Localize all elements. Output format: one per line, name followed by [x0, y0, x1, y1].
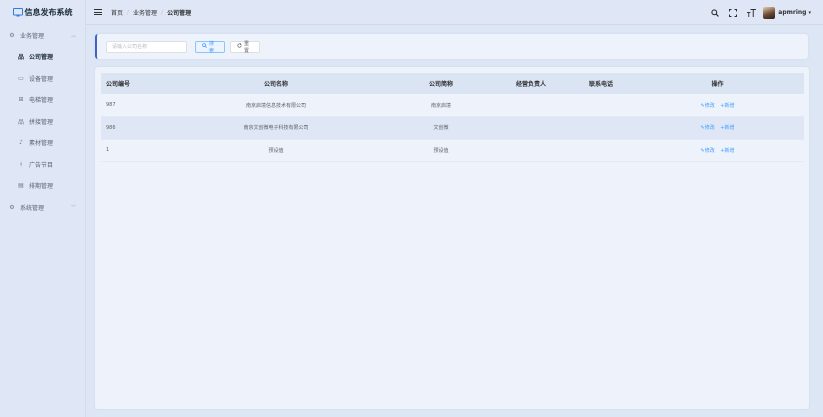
cell-manager: [491, 116, 571, 140]
cell-company-id: 1: [101, 139, 161, 162]
app-logo[interactable]: 信息发布系统: [0, 0, 85, 24]
breadcrumb-home[interactable]: 首页: [111, 8, 123, 17]
add-label: 新增: [724, 125, 735, 132]
sidebar-item-label: 设备管理: [29, 75, 54, 83]
hamburger-icon[interactable]: [94, 9, 102, 15]
reset-button-label: 重置: [244, 40, 250, 54]
menu-group-system[interactable]: ⚙ 系统管理 ﹀: [0, 197, 85, 218]
username[interactable]: apmring: [778, 9, 806, 16]
cell-short-name: 文创微: [391, 116, 491, 140]
top-header: 首页 / 业务管理 / 公司管理 apmring ▾: [86, 0, 823, 25]
add-label: 新增: [724, 147, 735, 154]
elevator-icon: ⊞: [18, 96, 24, 104]
breadcrumb: 首页 / 业务管理 / 公司管理: [111, 8, 191, 17]
breadcrumb-current: 公司管理: [167, 9, 192, 17]
search-button[interactable]: 搜索: [195, 40, 225, 54]
menu-group-business[interactable]: ⚙ 业务管理 ︿: [0, 25, 85, 46]
org-tree-icon: 品: [17, 54, 24, 62]
cell-company-id: 986: [101, 116, 161, 140]
cell-actions: ✎修改 +新增: [631, 94, 804, 117]
breadcrumb-separator: /: [161, 8, 164, 16]
fullscreen-icon[interactable]: [728, 8, 738, 18]
search-panel: 搜索 重置: [95, 34, 808, 59]
cell-short-name: 预设值: [391, 139, 491, 162]
sidebar-item-label: 广告节目: [29, 161, 54, 169]
search-icon[interactable]: [710, 8, 720, 18]
refresh-icon: [237, 43, 242, 50]
cell-actions: ✎修改 +新增: [631, 116, 804, 140]
sidebar-item-schedule[interactable]: ▤ 排期管理: [0, 175, 85, 197]
company-table-panel: 公司编号 公司名称 公司简称 经营负责人 联系电话 操作 987 南京启境信息技…: [95, 67, 809, 409]
caret-down-icon[interactable]: ▾: [808, 10, 811, 16]
table-row[interactable]: 1 预设值 预设值 ✎修改 +新增: [101, 139, 804, 162]
sidebar-item-label: 拼接管理: [29, 118, 54, 126]
edit-button[interactable]: ✎修改: [700, 103, 714, 109]
sidebar-item-label: 电梯管理: [29, 97, 54, 105]
edit-button[interactable]: ✎修改: [700, 125, 714, 131]
cell-phone: [571, 139, 631, 162]
cell-company-id: 987: [101, 94, 161, 117]
edit-label: 修改: [704, 147, 715, 154]
column-header-phone[interactable]: 联系电话: [571, 73, 631, 94]
monitor-icon: [12, 7, 23, 16]
edit-label: 修改: [704, 102, 715, 109]
menu-group-label: 系统管理: [20, 204, 45, 212]
search-icon: [202, 43, 207, 50]
sidebar-item-company[interactable]: 品 公司管理: [0, 46, 85, 68]
font-size-icon[interactable]: [746, 8, 756, 18]
cell-company-name: 南京文创微电子科技有限公司: [161, 116, 391, 140]
sidebar-item-elevator[interactable]: ⊞ 电梯管理: [0, 89, 85, 111]
table-row[interactable]: 986 南京文创微电子科技有限公司 文创微 ✎修改 +新增: [101, 116, 804, 140]
device-icon: ▭: [18, 74, 24, 82]
breadcrumb-business[interactable]: 业务管理: [133, 8, 157, 17]
chevron-down-icon: ﹀: [70, 204, 76, 211]
table-row[interactable]: 987 南京启境信息技术有限公司 南京启境 ✎修改 +新增: [101, 94, 804, 117]
gear-icon: ⚙: [9, 32, 15, 39]
sidebar-item-ad-program[interactable]: ᚼ 广告节目: [0, 154, 85, 176]
company-table: 公司编号 公司名称 公司简称 经营负责人 联系电话 操作 987 南京启境信息技…: [101, 73, 804, 162]
chevron-up-icon: ︿: [70, 33, 76, 39]
cell-manager: [491, 94, 571, 117]
avatar[interactable]: [763, 6, 776, 19]
cell-phone: [571, 116, 631, 140]
edit-label: 修改: [704, 125, 715, 132]
music-note-icon: ♪: [19, 139, 23, 147]
sidebar-item-label: 素材管理: [29, 140, 54, 148]
sidebar-item-label: 排期管理: [29, 183, 54, 191]
add-button[interactable]: +新增: [720, 148, 734, 154]
add-label: 新增: [724, 102, 735, 109]
sidebar-item-material[interactable]: ♪ 素材管理: [0, 132, 85, 154]
cell-phone: [571, 94, 631, 117]
column-header-short-name[interactable]: 公司简称: [391, 73, 491, 94]
breadcrumb-separator: /: [127, 8, 130, 16]
column-header-actions: 操作: [711, 81, 724, 88]
gear-icon: ⚙: [9, 203, 15, 211]
cell-manager: [491, 139, 571, 162]
cell-company-name: 南京启境信息技术有限公司: [161, 94, 391, 117]
calendar-icon: ▤: [18, 182, 24, 190]
sidebar-item-device[interactable]: ▭ 设备管理: [0, 68, 85, 90]
reset-button[interactable]: 重置: [230, 40, 260, 54]
sidebar-item-splice[interactable]: 品 拼接管理: [0, 111, 85, 133]
cell-company-name: 预设值: [161, 139, 391, 162]
add-button[interactable]: +新增: [720, 103, 734, 109]
table-header-row: 公司编号 公司名称 公司简称 经营负责人 联系电话 操作: [101, 73, 804, 94]
add-button[interactable]: +新增: [720, 125, 734, 131]
search-button-label: 搜索: [209, 40, 215, 54]
app-title: 信息发布系统: [24, 7, 73, 17]
header-actions: apmring ▾: [702, 0, 811, 25]
sidebar: 信息发布系统 ⚙ 业务管理 ︿ 品 公司管理 ▭ 设备管理 ⊞ 电梯管理 品 拼…: [0, 0, 86, 417]
column-header-manager[interactable]: 经营负责人: [491, 73, 571, 94]
menu-group-label: 业务管理: [20, 33, 45, 40]
sidebar-item-label: 公司管理: [29, 54, 54, 62]
column-header-company-id[interactable]: 公司编号: [101, 73, 161, 94]
edit-button[interactable]: ✎修改: [700, 148, 714, 154]
company-name-search-input[interactable]: [106, 40, 187, 53]
cell-short-name: 南京启境: [391, 94, 491, 117]
tree-icon: 品: [17, 118, 24, 126]
column-header-company-name[interactable]: 公司名称: [161, 73, 391, 94]
cell-actions: ✎修改 +新增: [631, 139, 804, 162]
tree-icon: ᚼ: [19, 160, 23, 168]
